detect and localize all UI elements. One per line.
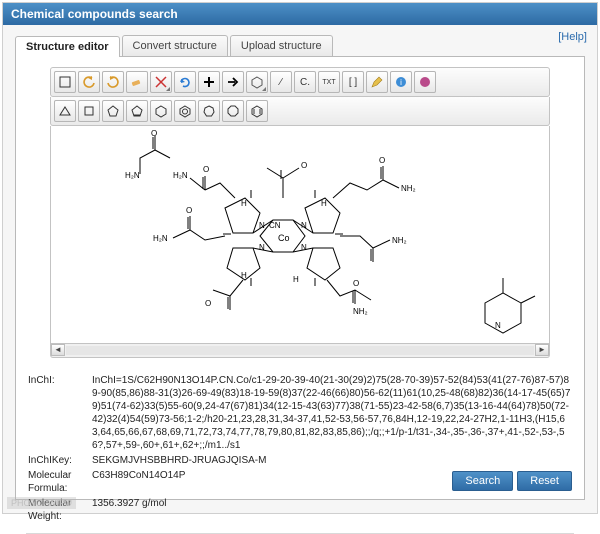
- svg-text:N: N: [301, 243, 307, 252]
- svg-text:N: N: [301, 221, 307, 230]
- pentagon-icon[interactable]: [102, 100, 124, 122]
- info-icon[interactable]: i: [390, 71, 412, 93]
- svg-text:i: i: [400, 78, 402, 87]
- logo-icon[interactable]: [414, 71, 436, 93]
- weight-value: 1356.3927 g/mol: [92, 497, 572, 523]
- svg-text:O: O: [186, 206, 192, 215]
- svg-text:O: O: [203, 165, 209, 174]
- tab-upload-structure[interactable]: Upload structure: [230, 35, 333, 56]
- svg-text:H: H: [321, 199, 327, 208]
- svg-text:CN: CN: [269, 221, 281, 230]
- hexagon-icon[interactable]: [150, 100, 172, 122]
- erase-icon[interactable]: [126, 71, 148, 93]
- structure-canvas[interactable]: Co CN N N N N H₂N: [50, 126, 550, 344]
- scroll-track[interactable]: [66, 346, 534, 355]
- svg-text:N: N: [259, 221, 265, 230]
- undo-icon[interactable]: [78, 71, 100, 93]
- photo-credit: PHOTO: WIPO: [7, 497, 76, 509]
- svg-text:O: O: [301, 161, 307, 170]
- svg-text:O: O: [353, 279, 359, 288]
- cut-icon[interactable]: [150, 71, 172, 93]
- compound-info: InChI: InChI=1S/C62H90N13O14P.CN.Co/c1-2…: [26, 370, 574, 534]
- scroll-left-icon[interactable]: ◄: [51, 344, 65, 356]
- benzene3-icon[interactable]: [246, 100, 268, 122]
- inchikey-label: InChIKey:: [28, 454, 92, 467]
- inchi-value: InChI=1S/C62H90N13O14P.CN.Co/c1-29-20-39…: [92, 374, 572, 452]
- refresh-icon[interactable]: [174, 71, 196, 93]
- toolbar-shapes: [50, 97, 550, 126]
- octagon-icon[interactable]: [222, 100, 244, 122]
- svg-text:H₂N: H₂N: [153, 234, 168, 243]
- toolbar-main: ∕ C. TXT [ ] i: [50, 67, 550, 97]
- svg-text:H: H: [241, 199, 247, 208]
- svg-text:H₂N: H₂N: [173, 171, 188, 180]
- cyclopentadiene-icon[interactable]: [126, 100, 148, 122]
- svg-text:Co: Co: [278, 233, 290, 243]
- inchikey-value: SEKGMJVHSBBHRD-JRUAGJQISA-M: [92, 454, 572, 467]
- tab-convert-structure[interactable]: Convert structure: [122, 35, 228, 56]
- svg-text:H₂N: H₂N: [125, 171, 140, 180]
- heptagon-icon[interactable]: [198, 100, 220, 122]
- svg-text:NH₂: NH₂: [401, 184, 416, 193]
- benzene2-icon[interactable]: [174, 100, 196, 122]
- svg-text:N: N: [259, 243, 265, 252]
- window-title: Chemical compounds search: [3, 3, 597, 25]
- editor-panel: ∕ C. TXT [ ] i: [15, 56, 585, 500]
- add-icon[interactable]: [198, 71, 220, 93]
- svg-text:NH₂: NH₂: [392, 236, 407, 245]
- formula-label: Molecular Formula:: [28, 469, 92, 495]
- svg-text:O: O: [379, 156, 385, 165]
- inchi-label: InChI:: [28, 374, 92, 452]
- triangle-icon[interactable]: [54, 100, 76, 122]
- svg-text:NH₂: NH₂: [353, 307, 368, 316]
- brackets-icon[interactable]: [ ]: [342, 71, 364, 93]
- svg-text:H: H: [293, 275, 299, 284]
- tab-structure-editor[interactable]: Structure editor: [15, 36, 120, 57]
- text-icon[interactable]: TXT: [318, 71, 340, 93]
- svg-text:H: H: [241, 271, 247, 280]
- reset-button[interactable]: Reset: [517, 471, 572, 491]
- tab-bar: Structure editor Convert structure Uploa…: [15, 35, 585, 56]
- bond-icon[interactable]: ∕: [270, 71, 292, 93]
- square-icon[interactable]: [78, 100, 100, 122]
- svg-text:N: N: [495, 321, 501, 330]
- canvas-hscroll[interactable]: ◄ ►: [50, 344, 550, 358]
- redo-icon[interactable]: [102, 71, 124, 93]
- search-button[interactable]: Search: [452, 471, 513, 491]
- new-icon[interactable]: [54, 71, 76, 93]
- edit-icon[interactable]: [366, 71, 388, 93]
- next-icon[interactable]: [222, 71, 244, 93]
- scroll-right-icon[interactable]: ►: [535, 344, 549, 356]
- svg-text:O: O: [151, 129, 157, 138]
- svg-text:O: O: [205, 299, 211, 308]
- carbon-icon[interactable]: C.: [294, 71, 316, 93]
- benzene-icon[interactable]: [246, 71, 268, 93]
- molecule-drawing: Co CN N N N N H₂N: [55, 128, 545, 342]
